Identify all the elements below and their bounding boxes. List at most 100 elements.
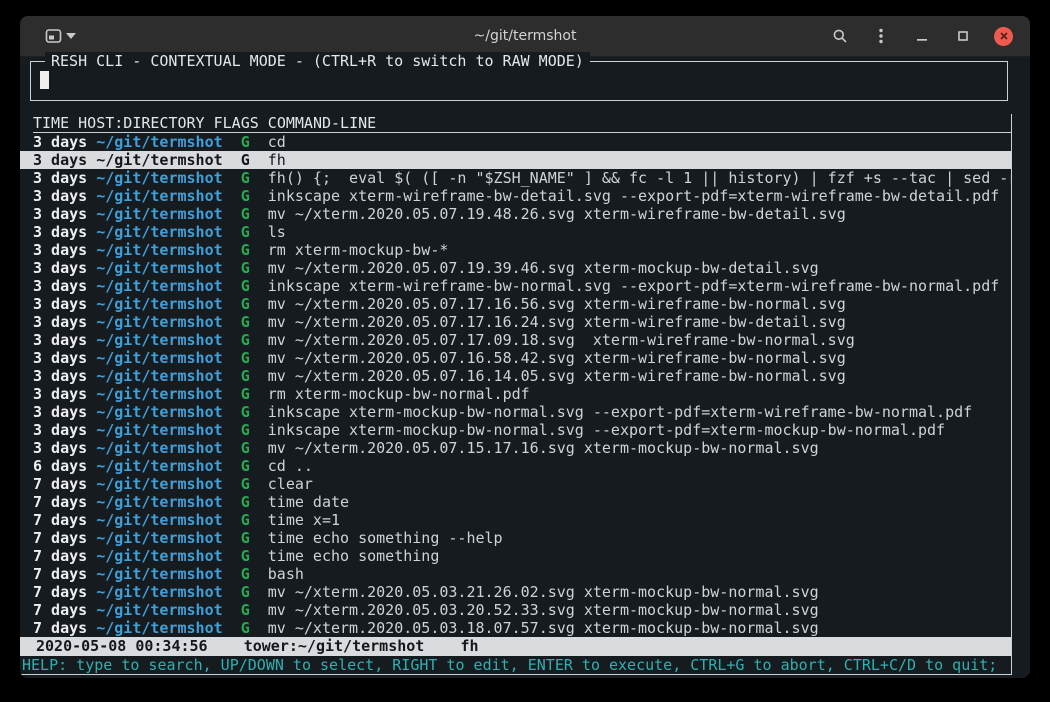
history-row[interactable]: 3 days~/git/termshotGinkscape xterm-wire… xyxy=(20,187,1011,205)
row-flags: G xyxy=(241,493,268,511)
minimize-icon xyxy=(916,30,928,42)
history-row[interactable]: 3 days~/git/termshotGfh() {; eval $( ([ … xyxy=(20,169,1011,187)
restore-button[interactable] xyxy=(953,26,973,46)
history-row[interactable]: 3 days~/git/termshotGmv ~/xterm.2020.05.… xyxy=(20,367,1011,385)
row-host: ~/git/termshot xyxy=(96,259,240,277)
row-command: ls xyxy=(268,223,1011,241)
row-time: 3 days xyxy=(33,277,96,295)
row-flags: G xyxy=(241,385,268,403)
row-command: time echo something xyxy=(268,547,1011,565)
close-icon xyxy=(999,31,1009,41)
row-flags: G xyxy=(241,583,268,601)
history-row[interactable]: 7 days~/git/termshotGbash xyxy=(20,565,1011,583)
row-host: ~/git/termshot xyxy=(96,133,240,151)
history-row[interactable]: 3 days~/git/termshotGmv ~/xterm.2020.05.… xyxy=(20,313,1011,331)
row-time: 3 days xyxy=(33,403,96,421)
row-command: mv ~/xterm.2020.05.07.15.17.16.svg xterm… xyxy=(268,439,1011,457)
row-host: ~/git/termshot xyxy=(96,205,240,223)
search-icon xyxy=(832,28,848,44)
history-row[interactable]: 7 days~/git/termshotGtime x=1 xyxy=(20,511,1011,529)
history-panel: TIME HOST:DIRECTORY FLAGS COMMAND-LINE 3… xyxy=(20,114,1012,675)
history-row[interactable]: 7 days~/git/termshotGmv ~/xterm.2020.05.… xyxy=(20,583,1011,601)
row-host: ~/git/termshot xyxy=(96,421,240,439)
row-flags: G xyxy=(241,241,268,259)
row-flags: G xyxy=(241,133,268,151)
row-time: 3 days xyxy=(33,367,96,385)
history-row[interactable]: 3 days~/git/termshotGmv ~/xterm.2020.05.… xyxy=(20,259,1011,277)
row-time: 7 days xyxy=(33,565,96,583)
history-row[interactable]: 7 days~/git/termshotGtime echo something… xyxy=(20,529,1011,547)
menu-button[interactable] xyxy=(871,26,891,46)
history-row[interactable]: 3 days~/git/termshotGinkscape xterm-wire… xyxy=(20,277,1011,295)
row-command: rm xterm-mockup-bw-* xyxy=(268,241,1011,259)
history-row[interactable]: 7 days~/git/termshotGclear xyxy=(20,475,1011,493)
table-header: TIME HOST:DIRECTORY FLAGS COMMAND-LINE xyxy=(33,114,1011,133)
search-input[interactable]: RESH CLI - CONTEXTUAL MODE - (CTRL+R to … xyxy=(30,61,1008,101)
row-command: mv ~/xterm.2020.05.07.19.39.46.svg xterm… xyxy=(268,259,1011,277)
history-row[interactable]: 3 days~/git/termshotGmv ~/xterm.2020.05.… xyxy=(20,439,1011,457)
history-row[interactable]: 3 days~/git/termshotGinkscape xterm-mock… xyxy=(20,403,1011,421)
history-row[interactable]: 7 days~/git/termshotGmv ~/xterm.2020.05.… xyxy=(20,619,1011,637)
history-row[interactable]: 7 days~/git/termshotGtime echo something xyxy=(20,547,1011,565)
row-command: mv ~/xterm.2020.05.07.16.14.05.svg xterm… xyxy=(268,367,1011,385)
row-time: 3 days xyxy=(33,439,96,457)
row-flags: G xyxy=(241,259,268,277)
row-host: ~/git/termshot xyxy=(96,403,240,421)
row-command: mv ~/xterm.2020.05.03.20.52.33.svg xterm… xyxy=(268,601,1011,619)
row-command: inkscape xterm-mockup-bw-normal.svg --ex… xyxy=(268,421,1011,439)
history-row[interactable]: 3 days~/git/termshotGinkscape xterm-mock… xyxy=(20,421,1011,439)
row-time: 3 days xyxy=(33,295,96,313)
row-host: ~/git/termshot xyxy=(96,187,240,205)
history-row[interactable]: 3 days~/git/termshotGls xyxy=(20,223,1011,241)
row-host: ~/git/termshot xyxy=(96,277,240,295)
row-command: mv ~/xterm.2020.05.07.19.48.26.svg xterm… xyxy=(268,205,1011,223)
titlebar-controls xyxy=(830,26,1013,46)
row-flags: G xyxy=(241,475,268,493)
row-time: 3 days xyxy=(33,205,96,223)
history-row[interactable]: 6 days~/git/termshotGcd .. xyxy=(20,457,1011,475)
new-tab-button[interactable] xyxy=(38,24,83,48)
row-command: mv ~/xterm.2020.05.03.21.26.02.svg xterm… xyxy=(268,583,1011,601)
history-row[interactable]: 3 days~/git/termshotGmv ~/xterm.2020.05.… xyxy=(20,295,1011,313)
row-flags: G xyxy=(241,619,268,637)
row-time: 3 days xyxy=(33,223,96,241)
row-command: inkscape xterm-mockup-bw-normal.svg --ex… xyxy=(268,403,1011,421)
history-row[interactable]: 3 days~/git/termshotGrm xterm-mockup-bw-… xyxy=(20,241,1011,259)
row-time: 3 days xyxy=(33,133,96,151)
history-row[interactable]: 3 days~/git/termshotGcd xyxy=(20,133,1011,151)
close-button[interactable] xyxy=(994,27,1013,46)
row-command: cd .. xyxy=(268,457,1011,475)
history-row[interactable]: 3 days~/git/termshotGfh xyxy=(20,151,1011,169)
search-button[interactable] xyxy=(830,26,850,46)
row-time: 7 days xyxy=(33,583,96,601)
history-row[interactable]: 3 days~/git/termshotGmv ~/xterm.2020.05.… xyxy=(20,349,1011,367)
row-command: cd xyxy=(268,133,1011,151)
row-flags: G xyxy=(241,349,268,367)
text-cursor xyxy=(40,71,49,89)
row-command: clear xyxy=(268,475,1011,493)
row-host: ~/git/termshot xyxy=(96,457,240,475)
search-box-title: RESH CLI - CONTEXTUAL MODE - (CTRL+R to … xyxy=(45,52,590,70)
row-time: 7 days xyxy=(33,619,96,637)
row-command: time x=1 xyxy=(268,511,1011,529)
row-host: ~/git/termshot xyxy=(96,547,240,565)
row-host: ~/git/termshot xyxy=(96,151,240,169)
history-row[interactable]: 3 days~/git/termshotGmv ~/xterm.2020.05.… xyxy=(20,205,1011,223)
row-time: 3 days xyxy=(33,421,96,439)
titlebar: ~/git/termshot xyxy=(20,16,1030,57)
row-flags: G xyxy=(241,565,268,583)
history-list: 3 days~/git/termshotGcd3 days~/git/terms… xyxy=(20,133,1011,637)
minimize-button[interactable] xyxy=(912,26,932,46)
row-host: ~/git/termshot xyxy=(96,475,240,493)
row-time: 7 days xyxy=(33,511,96,529)
kebab-menu-icon xyxy=(879,28,883,44)
row-time: 3 days xyxy=(33,151,96,169)
row-host: ~/git/termshot xyxy=(96,529,240,547)
row-flags: G xyxy=(241,367,268,385)
row-time: 7 days xyxy=(33,529,96,547)
history-row[interactable]: 7 days~/git/termshotGmv ~/xterm.2020.05.… xyxy=(20,601,1011,619)
history-row[interactable]: 3 days~/git/termshotGmv ~/xterm.2020.05.… xyxy=(20,331,1011,349)
history-row[interactable]: 3 days~/git/termshotGrm xterm-mockup-bw-… xyxy=(20,385,1011,403)
row-time: 6 days xyxy=(33,457,96,475)
history-row[interactable]: 7 days~/git/termshotGtime date xyxy=(20,493,1011,511)
